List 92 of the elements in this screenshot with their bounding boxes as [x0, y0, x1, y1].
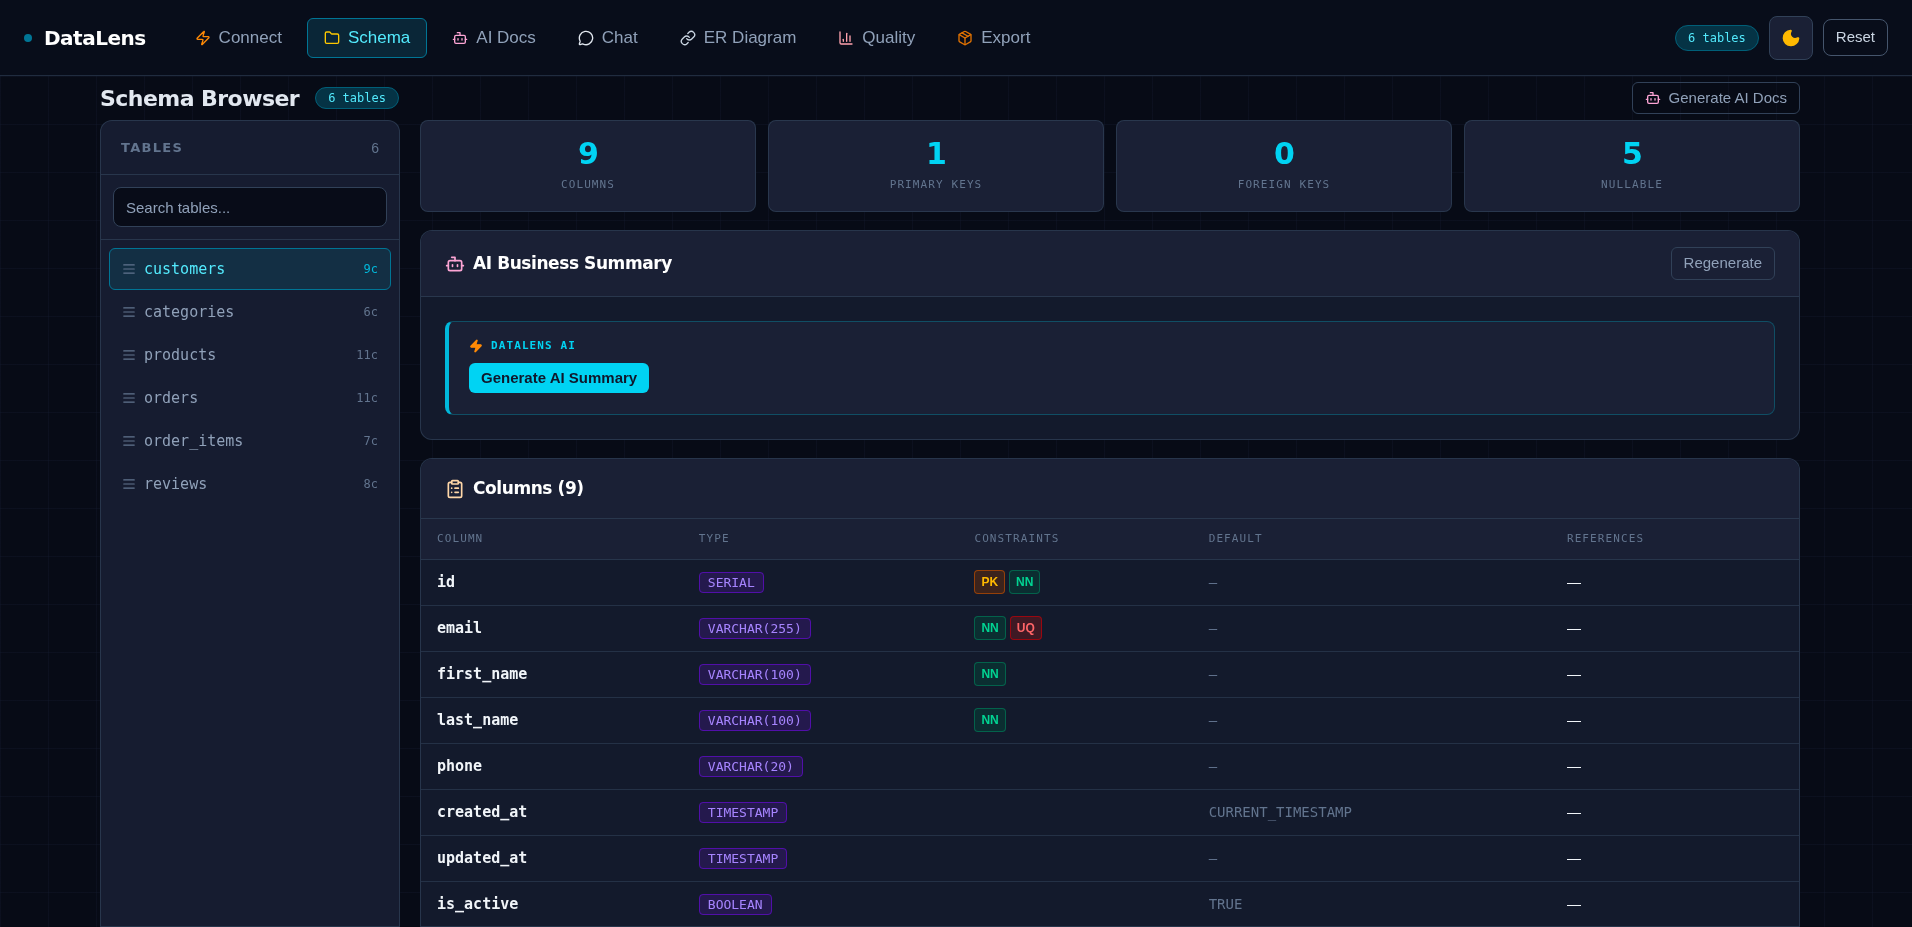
table-cell: —: [1550, 835, 1799, 881]
table-cell: —: [1550, 605, 1799, 651]
list-icon: [122, 348, 136, 362]
table-cell: is_active: [421, 881, 683, 926]
table-list-item[interactable]: reviews 8c: [109, 463, 391, 505]
sidebar-title: TABLES: [121, 138, 184, 157]
constraint-tag: UQ: [1009, 616, 1042, 640]
table-cell: —: [1550, 881, 1799, 926]
table-cell: last_name: [421, 697, 683, 743]
package-icon: [957, 29, 974, 46]
table-cell: —: [1192, 559, 1551, 605]
folder-icon: [323, 29, 340, 46]
brand-logo: DataLens: [44, 24, 146, 52]
card-title: Columns (9): [473, 476, 584, 500]
table-list-item[interactable]: products 11c: [109, 334, 391, 376]
type-tag: VARCHAR(100): [698, 664, 811, 685]
lightning-icon: [469, 339, 483, 354]
ai-label: DATALENS AI: [491, 338, 576, 354]
link-icon: [679, 29, 696, 46]
lightning-icon: [194, 29, 211, 46]
clipboard-icon: [445, 478, 465, 499]
regenerate-button[interactable]: Regenerate: [1670, 247, 1775, 280]
constraint-tag: NN: [974, 662, 1006, 686]
nav-tab[interactable]: ER Diagram: [662, 17, 814, 58]
constraint-tag: PK: [974, 570, 1006, 594]
table-cell: —: [1550, 789, 1799, 835]
type-tag: VARCHAR(255): [698, 618, 811, 639]
table-list-item[interactable]: order_items 7c: [109, 420, 391, 462]
table-cell: id: [421, 559, 683, 605]
stat-card: 1 PRIMARY KEYS: [768, 120, 1104, 212]
table-count-badge: 6 tables: [315, 87, 399, 109]
table-list-item[interactable]: customers 9c: [109, 248, 391, 290]
search-field[interactable]: Search tables...: [113, 187, 387, 227]
list-icon: [122, 434, 136, 448]
moon-icon: [1780, 27, 1801, 48]
stat-card: 9 COLUMNS: [420, 120, 756, 212]
page-title: Schema Browser: [100, 84, 300, 113]
list-icon: [122, 305, 136, 319]
table-cell: created_at: [421, 789, 683, 835]
generate-summary-button[interactable]: Generate AI Summary: [469, 362, 650, 393]
nav-tab[interactable]: Chat: [560, 17, 655, 58]
table-cell: TRUE: [1192, 881, 1551, 926]
robot-icon: [452, 29, 469, 46]
table-cell: —: [1192, 835, 1551, 881]
column-header: TYPE: [682, 519, 959, 559]
speech-bubble-icon: [577, 29, 594, 46]
type-tag: BOOLEAN: [698, 894, 772, 915]
theme-toggle-button[interactable]: [1768, 15, 1813, 60]
column-header: COLUMN: [421, 519, 683, 559]
table-cell: —: [1550, 559, 1799, 605]
table-cell: updated_at: [421, 835, 683, 881]
reset-button[interactable]: Reset: [1822, 19, 1888, 56]
stat-card: 0 FOREIGN KEYS: [1116, 120, 1452, 212]
nav-tab[interactable]: Export: [940, 17, 1048, 58]
column-header: CONSTRAINTS: [958, 519, 1193, 559]
table-cell: CURRENT_TIMESTAMP: [1192, 789, 1551, 835]
table-cell: —: [1192, 697, 1551, 743]
table-cell: —: [1550, 743, 1799, 789]
table-cell: first_name: [421, 651, 683, 697]
table-list-item[interactable]: orders 11c: [109, 377, 391, 419]
type-tag: TIMESTAMP: [698, 802, 788, 823]
column-header: DEFAULT: [1192, 519, 1551, 559]
column-header: REFERENCES: [1550, 519, 1799, 559]
constraint-tag: NN: [974, 616, 1006, 640]
table-cell: —: [1192, 651, 1551, 697]
card-title: AI Business Summary: [473, 251, 672, 275]
table-count: 6: [371, 138, 379, 158]
table-cell: email: [421, 605, 683, 651]
robot-icon: [1644, 90, 1661, 106]
nav-tab[interactable]: Schema: [306, 17, 428, 58]
constraint-tag: NN: [974, 708, 1006, 732]
nav-tab[interactable]: AI Docs: [435, 17, 553, 58]
table-cell: phone: [421, 743, 683, 789]
table-cell: —: [1550, 651, 1799, 697]
type-tag: VARCHAR(100): [698, 710, 811, 731]
type-tag: TIMESTAMP: [698, 848, 788, 869]
table-list-item[interactable]: categories 6c: [109, 291, 391, 333]
table-cell: —: [1550, 697, 1799, 743]
list-icon: [122, 262, 136, 276]
generate-docs-button[interactable]: Generate AI Docs: [1631, 81, 1800, 115]
table-cell: —: [1192, 605, 1551, 651]
stat-card: 5 NULLABLE: [1464, 120, 1800, 212]
type-tag: VARCHAR(20): [698, 756, 803, 777]
nav-tab[interactable]: Quality: [821, 17, 933, 58]
nav-tab[interactable]: Connect: [177, 17, 299, 58]
type-tag: SERIAL: [698, 572, 764, 593]
list-icon: [122, 391, 136, 405]
constraint-tag: NN: [1009, 570, 1041, 594]
list-icon: [122, 477, 136, 491]
table-cell: —: [1192, 743, 1551, 789]
bar-chart-icon: [838, 29, 855, 46]
table-count-badge: 6 tables: [1675, 24, 1759, 51]
